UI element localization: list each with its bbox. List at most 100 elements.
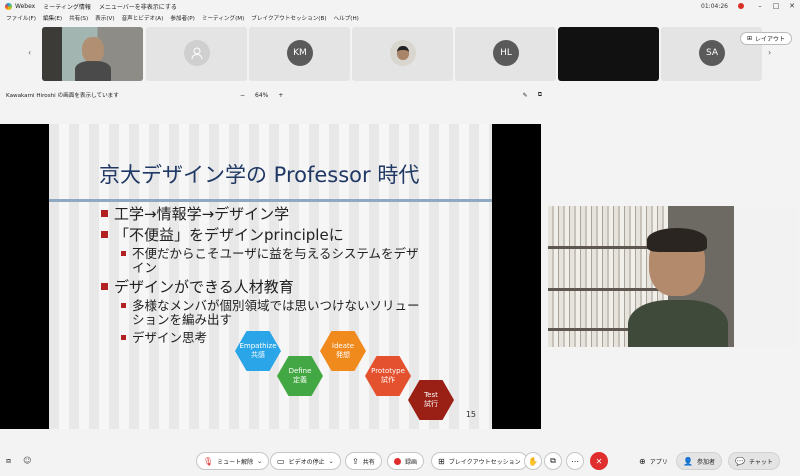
hand-icon: ✋ [528, 456, 538, 466]
captions-icon[interactable]: ⧈ [6, 456, 11, 466]
app-name: Webex [15, 2, 36, 10]
slide-page-number: 15 [465, 410, 476, 419]
popout-icon[interactable]: ⧉ [538, 91, 542, 99]
speaker-body [628, 300, 728, 347]
video-camera-icon: ▭ [277, 456, 285, 466]
strip-prev-icon[interactable]: ‹ [28, 48, 31, 57]
participant-tile-photo[interactable] [352, 27, 453, 81]
maximize-icon[interactable]: □ [768, 2, 784, 10]
bullet-square-icon [101, 231, 108, 238]
close-icon[interactable]: ✕ [784, 2, 800, 10]
participants-button[interactable]: 👤 参加者 [676, 452, 722, 470]
avatar-initials: KM [287, 40, 313, 66]
menu-view[interactable]: 表示(V) [95, 14, 114, 22]
hexagon-ideate: Ideate 発想 [320, 331, 366, 371]
slide-bullet-2: 「不便益」をデザインprincipleに [101, 228, 344, 243]
zoom-level: 64% [255, 91, 269, 99]
menu-participants[interactable]: 参加者(P) [170, 14, 195, 22]
chat-icon: 💬 [735, 456, 745, 466]
menu-bar: ファイル(F) 編集(E) 共有(S) 表示(V) 音声とビデオ(A) 参加者(… [0, 12, 800, 24]
meeting-info-tab[interactable]: ミーティング情報 [43, 2, 91, 11]
muted-mic-icon: 🎙 [203, 456, 214, 466]
menu-file[interactable]: ファイル(F) [6, 14, 36, 22]
active-speaker-video[interactable] [548, 206, 798, 347]
minimize-icon[interactable]: – [752, 2, 768, 10]
chat-button[interactable]: 💬 チャット [728, 452, 780, 470]
strip-next-icon[interactable]: › [768, 48, 771, 57]
chevron-down-icon[interactable]: ⌄ [329, 458, 334, 465]
bullet-square-icon [101, 283, 108, 290]
slide-title-underline [49, 199, 492, 202]
participant-tile-dark[interactable] [558, 27, 659, 81]
participant-tile-km[interactable]: KM [249, 27, 350, 81]
menu-audio-video[interactable]: 音声とビデオ(A) [122, 14, 164, 22]
layout-button[interactable]: ⊞ レイアウト [739, 32, 792, 45]
presentation-slide: 京大デザイン学の Professor 時代 工学→情報学→デザイン学 「不便益」… [49, 124, 492, 429]
hide-menubar-tab[interactable]: メニューバーを非表示にする [99, 2, 177, 11]
menu-meeting[interactable]: ミーティング(M) [202, 14, 244, 22]
record-button[interactable]: 録画 [387, 452, 425, 470]
breakout-icon: ⊞ [438, 456, 445, 466]
slide-sub-bullet-1-cont: イン [132, 260, 158, 275]
menu-help[interactable]: ヘルプ(H) [334, 14, 359, 22]
slide-sub-bullet-2-cont: ションを編み出す [132, 312, 233, 327]
reactions-button[interactable]: ✋ [524, 452, 542, 470]
share-icon: ⇪ [352, 456, 359, 466]
speaker-hair [647, 228, 707, 252]
layout-label: レイアウト [754, 36, 785, 43]
bullet-square-icon [121, 335, 126, 340]
more-options-button[interactable]: ⋯ [566, 452, 584, 470]
meeting-toolbar: ⧈ ☺ 🎙 ミュート解除 ⌄ ▭ ビデオの停止 ⌄ ⇪ 共有 録画 ⊞ ブレイク… [0, 446, 800, 476]
bullet-square-icon [121, 251, 126, 256]
share-button[interactable]: ⇪ 共有 [345, 452, 382, 470]
hexagon-define: Define 定義 [277, 356, 323, 396]
participant-strip: ‹ KM HL SA › ⊞ レイアウト [0, 24, 800, 86]
slide-sub-bullet-3: デザイン思考 [121, 331, 207, 345]
avatar-initials: HL [493, 40, 519, 66]
window-background [734, 206, 798, 347]
more-icon: ⋯ [571, 456, 579, 466]
menu-share[interactable]: 共有(S) [69, 14, 88, 22]
captions-button[interactable]: ⧉ [544, 452, 562, 470]
speaker-figure [628, 228, 728, 347]
hexagon-empathize: Empathize 共感 [235, 331, 281, 371]
apps-button[interactable]: ⊕ アプリ [633, 452, 674, 470]
meeting-timer: 01:04:26 [701, 2, 728, 10]
webex-logo-icon [5, 2, 12, 10]
hexagon-prototype: Prototype 試作 [365, 356, 411, 396]
leave-meeting-button[interactable]: ✕ [590, 452, 608, 470]
record-icon [394, 457, 401, 465]
title-bar: Webex ミーティング情報 メニューバーを非表示にする 01:04:26 – … [0, 0, 800, 12]
participant-face [82, 37, 104, 63]
close-icon: ✕ [595, 456, 603, 466]
slide-bullet-3: デザインができる人材教育 [101, 280, 294, 295]
slide-sub-bullet-2: 多様なメンバが個別領域では思いつけないソリュー [121, 299, 420, 313]
apps-icon: ⊕ [639, 456, 646, 466]
menu-edit[interactable]: 編集(E) [43, 14, 62, 22]
slide-title: 京大デザイン学の Professor 時代 [99, 163, 420, 187]
zoom-in-button[interactable]: + [278, 92, 283, 99]
participants-icon: 👤 [683, 456, 693, 466]
reactions-icon[interactable]: ☺ [23, 456, 31, 466]
bullet-square-icon [121, 303, 126, 308]
cc-icon: ⧉ [550, 456, 556, 465]
stop-video-button[interactable]: ▭ ビデオの停止 ⌄ [270, 452, 341, 470]
zoom-out-button[interactable]: − [240, 92, 245, 99]
participant-body [75, 61, 111, 81]
annotate-icon[interactable]: ✎ [523, 92, 528, 99]
layout-icon: ⊞ [746, 35, 752, 42]
shared-content-area: 京大デザイン学の Professor 時代 工学→情報学→デザイン学 「不便益」… [0, 124, 541, 429]
breakout-session-button[interactable]: ⊞ ブレイクアウトセッション [431, 452, 528, 470]
unmute-button[interactable]: 🎙 ミュート解除 ⌄ [196, 452, 270, 470]
bullet-square-icon [101, 210, 108, 217]
hexagon-test: Test 試行 [408, 380, 454, 420]
default-avatar-icon [184, 40, 210, 66]
chevron-down-icon[interactable]: ⌄ [257, 458, 262, 465]
participant-tile-empty[interactable] [146, 27, 247, 81]
avatar-photo [390, 40, 416, 66]
share-status-bar: Kawakami Hiroshi の画面を表示しています − 64% + ✎ ⧉ [0, 88, 548, 102]
recording-indicator-icon [738, 3, 744, 9]
participant-tile-hl[interactable]: HL [455, 27, 556, 81]
participant-tile-video[interactable] [42, 27, 143, 81]
menu-breakout[interactable]: ブレイクアウトセッション(B) [251, 14, 326, 22]
